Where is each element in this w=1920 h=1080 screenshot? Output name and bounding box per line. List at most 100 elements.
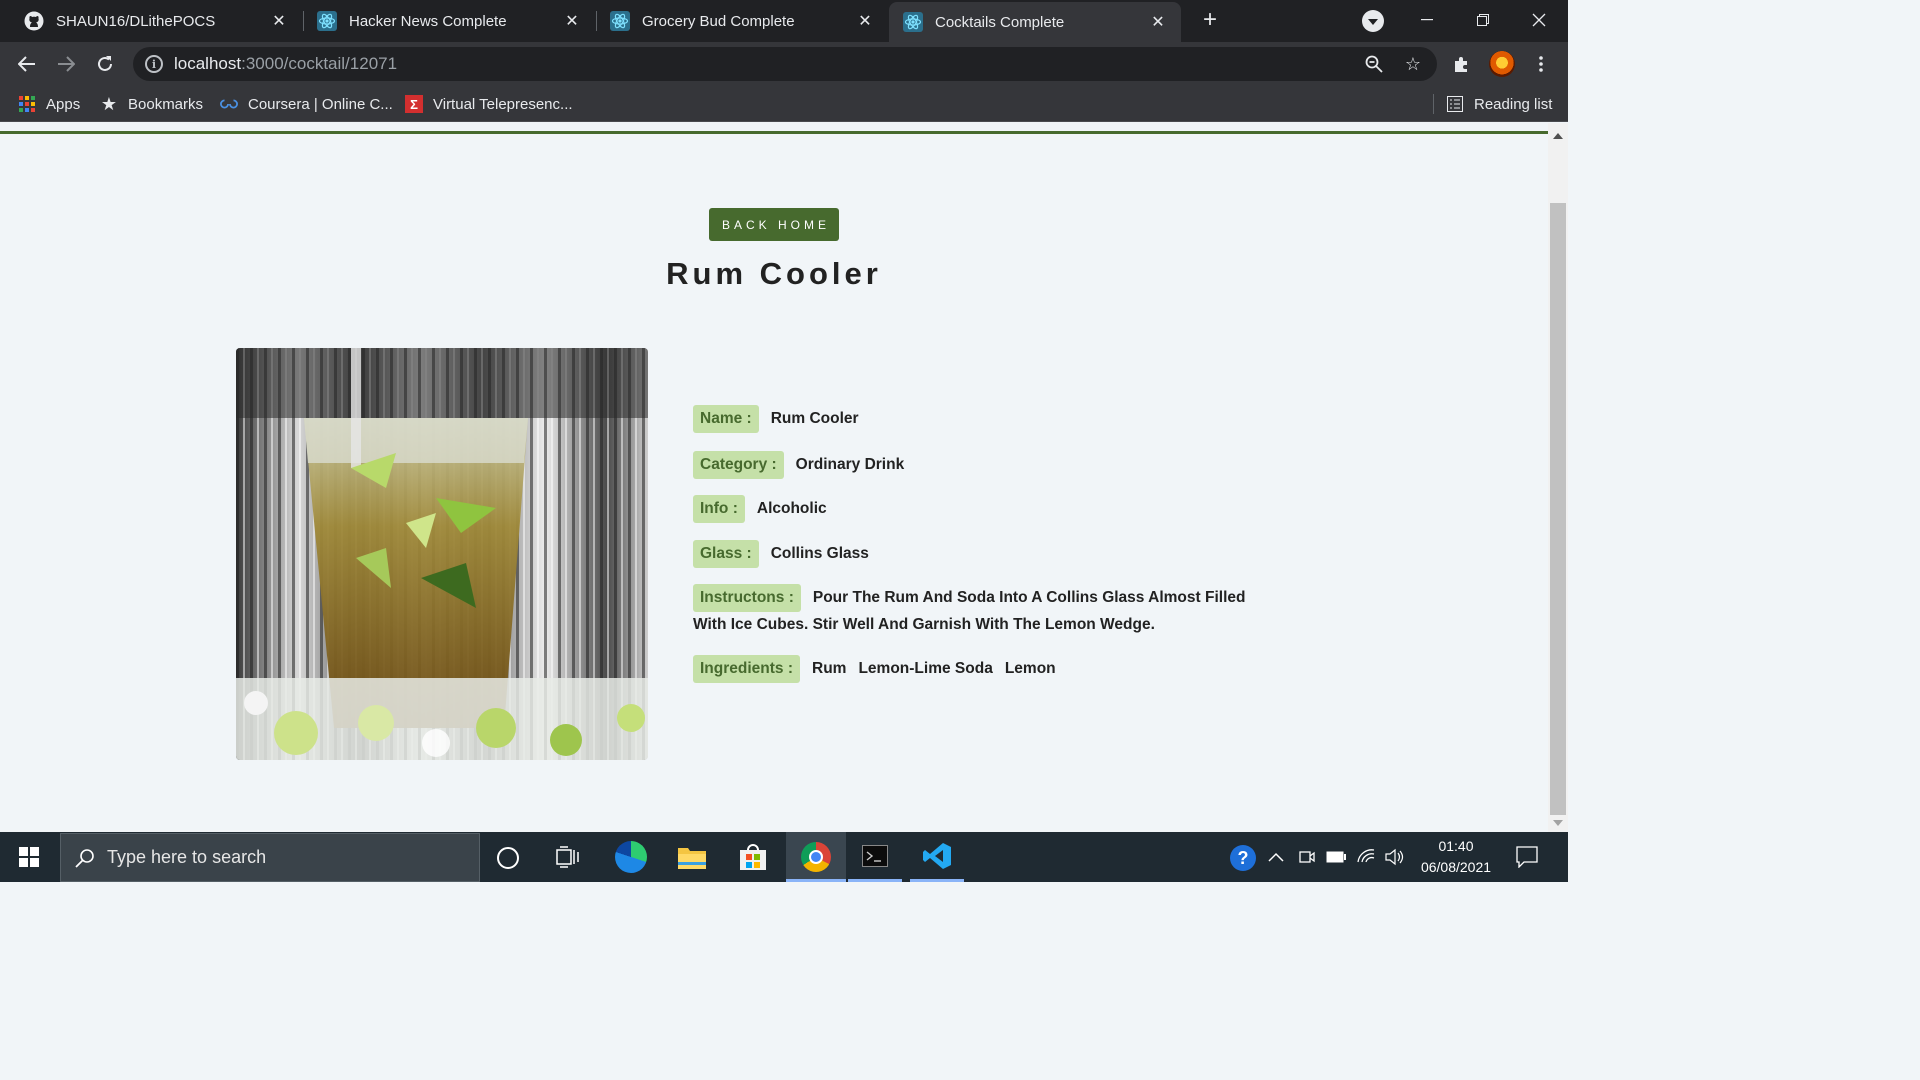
terminal-icon	[862, 845, 888, 867]
chevron-up-icon[interactable]	[1268, 849, 1284, 867]
clock[interactable]: 01:40 06/08/2021	[1410, 836, 1502, 878]
notifications-icon[interactable]	[1516, 846, 1538, 873]
bookmark-virtual-telepresence[interactable]: Σ Virtual Telepresenc...	[405, 86, 573, 122]
reading-list[interactable]: Reading list	[1433, 94, 1552, 114]
vertical-scrollbar[interactable]	[1548, 123, 1568, 832]
navbar-edge	[0, 131, 1548, 134]
clock-time: 01:40	[1438, 838, 1474, 854]
close-icon[interactable]: ✕	[854, 10, 876, 32]
tab-github[interactable]: SHAUN16/DLithePOCS ✕	[10, 0, 302, 42]
taskbar-search-box[interactable]: Type here to search	[60, 833, 480, 882]
volume-icon[interactable]	[1385, 848, 1405, 871]
star-icon[interactable]: ☆	[1402, 53, 1424, 75]
coursera-icon	[220, 95, 238, 113]
reading-list-icon	[1446, 95, 1464, 113]
info-row-instructions: Instructons : Pour The Rum And Soda Into …	[693, 584, 1283, 638]
ingredient: Rum	[812, 660, 847, 677]
tab-strip: SHAUN16/DLithePOCS ✕ Hacker News Complet…	[0, 0, 1568, 42]
field-label: Glass :	[693, 540, 759, 568]
drink-image	[236, 348, 648, 760]
tab-hacker-news[interactable]: Hacker News Complete ✕	[303, 0, 595, 42]
info-row-info: Info : Alcoholic	[693, 495, 1283, 523]
windows-start-icon[interactable]	[12, 845, 46, 869]
field-label: Category :	[693, 451, 784, 479]
close-icon[interactable]: ✕	[1147, 11, 1169, 33]
drink-title: Rum Cooler	[666, 256, 882, 291]
bookmark-label: Coursera | Online C...	[248, 95, 393, 113]
tab-title: Cocktails Complete	[935, 13, 1065, 31]
react-icon	[610, 11, 630, 31]
close-icon[interactable]: ✕	[268, 10, 290, 32]
tab-search-icon[interactable]	[1362, 10, 1384, 32]
url-text: localhost:3000/cocktail/12071	[174, 54, 397, 74]
help-icon[interactable]: ?	[1230, 845, 1256, 871]
search-icon	[75, 848, 95, 868]
info-row-category: Category : Ordinary Drink	[693, 451, 1283, 479]
url-path: :3000/cocktail/12071	[241, 54, 398, 73]
page-viewport: BACK HOME Rum Cooler Name: Rum Cooler C…	[0, 123, 1548, 832]
restore-icon[interactable]	[1463, 6, 1503, 34]
vscode-taskbar-button[interactable]	[910, 832, 964, 882]
back-home-button[interactable]: BACK HOME	[709, 208, 839, 241]
star-icon: ★	[100, 93, 118, 114]
info-row-glass: Glass : Collins Glass	[693, 540, 1283, 568]
vscode-icon	[922, 841, 952, 876]
scroll-up-arrow-icon[interactable]	[1553, 133, 1563, 139]
zoom-icon[interactable]	[1363, 53, 1385, 75]
scroll-down-arrow-icon[interactable]	[1553, 820, 1563, 826]
close-window-icon[interactable]	[1519, 6, 1559, 34]
info-row-name: Name : Rum Cooler	[693, 405, 1283, 433]
react-icon	[317, 11, 337, 31]
field-value: Collins Glass	[770, 545, 869, 562]
bookmarks-bar: Apps ★ Bookmarks Coursera | Online C... …	[0, 86, 1568, 122]
address-bar[interactable]: i localhost:3000/cocktail/12071 ☆	[133, 47, 1437, 81]
field-label: Name :	[693, 405, 759, 433]
ingredient: Lemon	[1004, 660, 1056, 677]
battery-icon[interactable]	[1326, 850, 1346, 868]
field-label: Info :	[693, 495, 745, 523]
new-tab-button[interactable]: +	[1196, 6, 1224, 34]
search-placeholder: Type here to search	[107, 847, 267, 867]
forward-arrow-icon[interactable]	[51, 49, 81, 79]
field-value: Alcoholic	[756, 500, 827, 517]
reload-icon[interactable]	[90, 49, 120, 79]
browser-toolbar: i localhost:3000/cocktail/12071 ☆	[0, 42, 1568, 86]
close-icon[interactable]: ✕	[561, 10, 583, 32]
profile-avatar[interactable]	[1489, 51, 1515, 77]
bookmark-label: Virtual Telepresenc...	[433, 95, 573, 113]
taskbar: Type here to search ? 01:40 06/08/2021	[0, 832, 1568, 882]
minimize-icon[interactable]	[1407, 6, 1447, 34]
chrome-taskbar-button[interactable]	[786, 832, 846, 882]
scroll-thumb[interactable]	[1550, 203, 1566, 815]
field-value: Ordinary Drink	[795, 456, 905, 473]
tab-title: Grocery Bud Complete	[642, 12, 795, 30]
sigma-icon: Σ	[405, 95, 423, 113]
tab-title: SHAUN16/DLithePOCS	[56, 12, 216, 30]
url-host: localhost	[174, 54, 242, 73]
field-label: Ingredients :	[693, 655, 801, 683]
clock-date: 06/08/2021	[1420, 859, 1492, 875]
apps-grid-icon	[18, 95, 36, 113]
wifi-icon[interactable]	[1356, 848, 1376, 869]
bookmark-bookmarks[interactable]: ★ Bookmarks	[100, 86, 203, 122]
edge-icon[interactable]	[615, 841, 647, 873]
meet-now-icon[interactable]	[1299, 848, 1315, 871]
react-icon	[903, 12, 923, 32]
field-value: Rum Cooler	[770, 410, 859, 427]
tab-cocktails[interactable]: Cocktails Complete ✕	[889, 2, 1181, 42]
file-explorer-icon[interactable]	[677, 844, 707, 870]
terminal-taskbar-button[interactable]	[848, 832, 902, 882]
bookmark-label: Reading list	[1474, 95, 1553, 113]
bookmark-apps[interactable]: Apps	[18, 86, 80, 122]
bookmark-label: Bookmarks	[128, 95, 204, 113]
cortana-icon[interactable]	[497, 847, 519, 869]
bookmark-coursera[interactable]: Coursera | Online C...	[220, 86, 393, 122]
tab-title: Hacker News Complete	[349, 12, 507, 30]
site-info-icon[interactable]: i	[145, 55, 163, 73]
back-arrow-icon[interactable]	[12, 49, 42, 79]
tab-grocery-bud[interactable]: Grocery Bud Complete ✕	[596, 0, 888, 42]
task-view-icon[interactable]	[556, 846, 580, 868]
extensions-icon[interactable]	[1449, 51, 1475, 77]
menu-kebab-icon[interactable]	[1528, 51, 1554, 77]
microsoft-store-icon[interactable]	[738, 842, 768, 872]
